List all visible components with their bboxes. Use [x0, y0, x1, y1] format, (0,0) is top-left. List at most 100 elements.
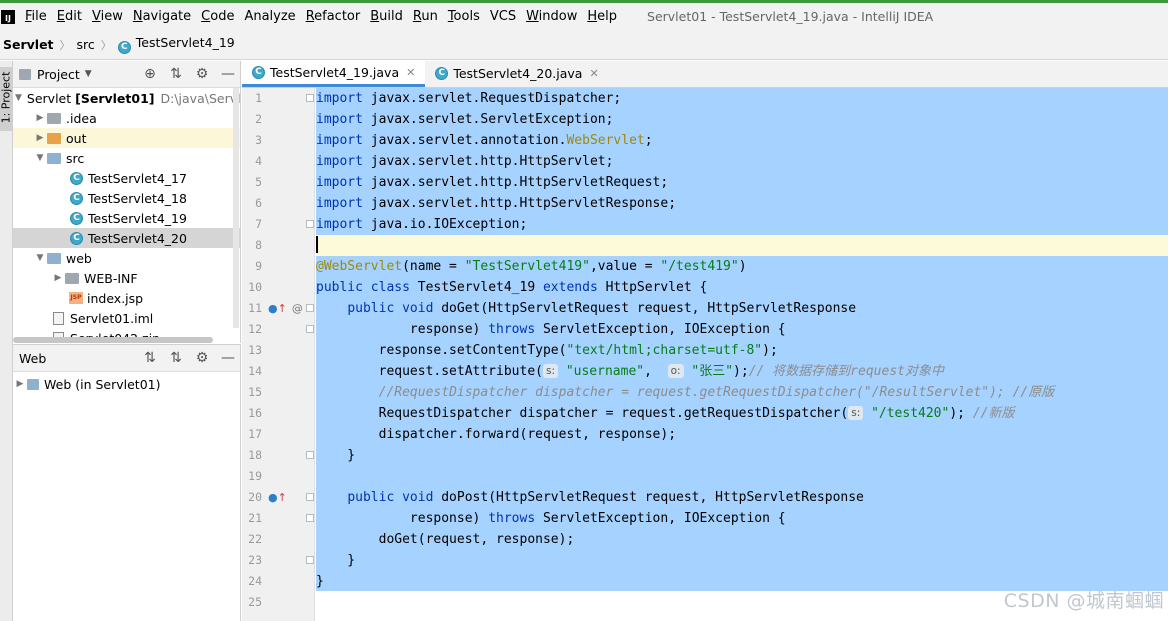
code-token: //RequestDispatcher dispatcher = request…	[378, 385, 1055, 400]
menu-help[interactable]: Help	[587, 9, 617, 24]
tab-label: TestServlet4_20.java	[453, 66, 583, 81]
menu-edit[interactable]: Edit	[57, 9, 82, 24]
code-token: import	[316, 133, 363, 148]
breadcrumb-file[interactable]: C TestServlet4_19	[117, 35, 235, 54]
jsp-file-icon: JSP	[69, 292, 83, 304]
tree-item-idea[interactable]: ▶ .idea	[13, 108, 240, 128]
tree-item-path: D:\java\Servl	[160, 90, 241, 106]
tree-item-web-facet[interactable]: ▶ Web (in Servlet01)	[13, 374, 240, 394]
collapse-all-icon[interactable]: ⇅	[168, 350, 184, 366]
watermark: CSDN @城南蝈蝈	[1003, 590, 1164, 612]
tree-item-label: Servlet	[26, 90, 72, 106]
fold-marker-icon[interactable]	[306, 94, 314, 102]
tab-testservlet4-20[interactable]: C TestServlet4_20.java ✕	[425, 60, 608, 87]
tree-item-testservlet4-18[interactable]: C TestServlet4_18	[13, 188, 240, 208]
java-class-icon: C	[117, 41, 131, 54]
code-token: (name =	[402, 259, 465, 274]
fold-marker-icon[interactable]	[306, 556, 314, 564]
project-tool-tab[interactable]: 1: Project	[0, 67, 13, 131]
fold-marker-icon[interactable]	[306, 451, 314, 459]
menu-build[interactable]: Build	[370, 9, 403, 24]
fold-marker-icon[interactable]	[306, 304, 314, 312]
breadcrumb: Servlet 〉 src 〉 C TestServlet4_19	[0, 30, 1168, 60]
override-method-icon[interactable]: ●↑	[268, 487, 287, 508]
chevron-down-icon[interactable]: ▼	[85, 69, 92, 79]
code-token: throws	[488, 322, 536, 337]
code-token: }	[316, 448, 356, 463]
tree-item-testservlet4-20[interactable]: C TestServlet4_20	[13, 228, 240, 248]
tree-item-iml[interactable]: Servlet01.iml	[13, 308, 240, 328]
fold-marker-icon[interactable]	[306, 514, 314, 522]
code-token: }	[316, 553, 356, 568]
project-tree: ▼ Servlet [Servlet01] D:\java\Servl ▶ .i…	[13, 88, 240, 343]
fold-marker-icon[interactable]	[306, 220, 314, 228]
menu-analyze[interactable]: Analyze	[244, 9, 295, 24]
code-token: "/test420"	[871, 406, 950, 421]
java-class-icon: C	[70, 211, 83, 225]
tree-item-project-root[interactable]: ▼ Servlet [Servlet01] D:\java\Servl	[13, 88, 240, 108]
fold-marker-icon[interactable]	[306, 325, 314, 333]
expand-all-icon[interactable]: ⇅	[142, 350, 158, 366]
tree-item-label: src	[66, 150, 85, 166]
close-icon[interactable]: ✕	[406, 66, 415, 79]
tree-item-index-jsp[interactable]: JSP index.jsp	[13, 288, 240, 308]
java-class-icon: C	[70, 191, 83, 205]
java-class-icon: C	[70, 171, 83, 185]
line-number: 3	[255, 133, 262, 147]
project-view-selector[interactable]: Project	[37, 67, 80, 82]
expand-arrow-icon[interactable]: ▶	[13, 379, 27, 389]
output-folder-icon	[47, 132, 61, 144]
minimize-icon[interactable]: —	[220, 66, 236, 82]
line-number: 22	[248, 532, 262, 546]
code-line: import javax.servlet.http.HttpServletRes…	[316, 193, 676, 214]
expand-arrow-icon[interactable]: ▼	[33, 253, 47, 263]
menu-refactor[interactable]: Refactor	[306, 9, 361, 24]
gear-icon[interactable]: ⚙	[194, 350, 210, 366]
expand-arrow-icon[interactable]: ▼	[15, 93, 22, 103]
tab-testservlet4-19[interactable]: C TestServlet4_19.java ✕	[242, 60, 426, 87]
code-token: RequestDispatcher dispatcher = request.g…	[316, 406, 849, 421]
menu-vcs[interactable]: VCS	[490, 9, 516, 24]
close-icon[interactable]: ✕	[589, 67, 598, 80]
expand-arrow-icon[interactable]: ▶	[33, 113, 47, 123]
menu-window[interactable]: Window	[526, 9, 577, 24]
code-token: javax.servlet.RequestDispatcher;	[362, 91, 622, 106]
tree-item-out[interactable]: ▶ out	[13, 128, 240, 148]
code-line: @WebServlet(name = "TestServlet419",valu…	[316, 256, 747, 277]
expand-arrow-icon[interactable]: ▶	[51, 273, 65, 283]
menu-navigate[interactable]: Navigate	[133, 9, 191, 24]
folder-icon	[47, 112, 61, 124]
tree-item-testservlet4-17[interactable]: C TestServlet4_17	[13, 168, 240, 188]
project-horizontal-scrollbar[interactable]	[13, 337, 213, 343]
gear-icon[interactable]: ⚙	[194, 66, 210, 82]
code-token: );	[949, 406, 973, 421]
line-number: 19	[248, 469, 262, 483]
code-token: ServletException, IOException {	[535, 322, 786, 337]
locate-target-icon[interactable]: ⊕	[142, 66, 158, 82]
tree-item-web[interactable]: ▼ web	[13, 248, 240, 268]
override-method-icon[interactable]: ●↑ @	[268, 298, 303, 319]
breadcrumb-project[interactable]: Servlet	[3, 37, 54, 52]
menu-view[interactable]: View	[92, 9, 123, 24]
tree-item-src[interactable]: ▼ src	[13, 148, 240, 168]
collapse-all-icon[interactable]: ⇅	[168, 66, 184, 82]
code-token: javax.servlet.ServletException;	[362, 112, 614, 127]
code-token: response)	[316, 322, 489, 337]
menu-code[interactable]: Code	[201, 9, 234, 24]
breadcrumb-folder[interactable]: src	[77, 37, 95, 52]
code-token: request.setAttribute(	[316, 364, 543, 379]
expand-arrow-icon[interactable]: ▶	[33, 133, 47, 143]
menu-run[interactable]: Run	[413, 9, 438, 24]
menu-file[interactable]: File	[25, 9, 47, 24]
code-token: public class	[316, 280, 410, 295]
code-token: dispatcher.forward(request, response);	[316, 427, 677, 442]
minimize-icon[interactable]: —	[220, 350, 236, 366]
menu-tools[interactable]: Tools	[448, 9, 480, 24]
tree-item-web-inf[interactable]: ▶ WEB-INF	[13, 268, 240, 288]
tree-item-testservlet4-19[interactable]: C TestServlet4_19	[13, 208, 240, 228]
fold-marker-icon[interactable]	[306, 493, 314, 501]
expand-arrow-icon[interactable]: ▼	[33, 153, 47, 163]
project-vertical-scrollbar[interactable]	[233, 88, 239, 328]
